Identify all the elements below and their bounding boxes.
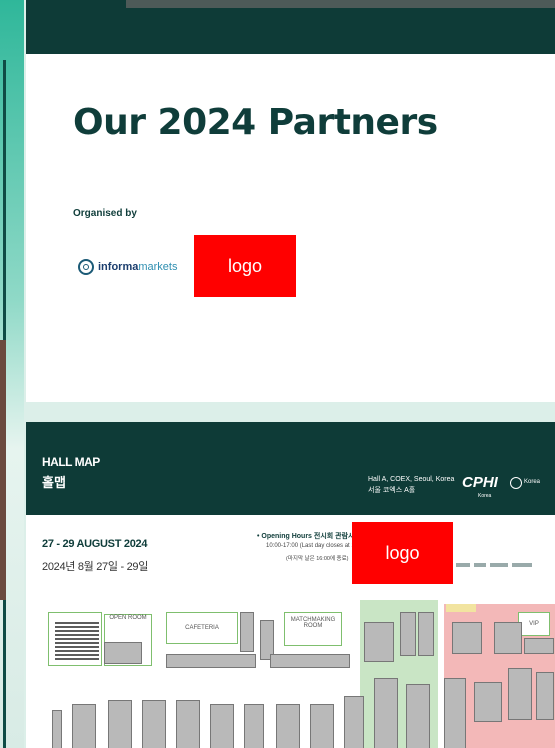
booth[interactable] [400,612,416,656]
brand-circle-icon [510,477,522,489]
sponsor-logo [474,563,486,567]
event-dates: 27 - 29 AUGUST 2024 [42,538,148,550]
booth[interactable] [364,622,394,662]
floor-zone-yellow [446,604,476,612]
partners-title: Our 2024 Partners [73,102,438,143]
booth[interactable] [276,704,300,748]
floor-plan: OPEN ROOM CAFETERIA MATCHMAKING ROOM VIP [44,600,555,748]
banner-image-strip [126,0,555,8]
cafeteria: CAFETERIA [166,612,238,644]
booth[interactable] [406,684,430,748]
vip-room: VIP [518,612,550,636]
informa-markets-logo[interactable]: informa markets [78,259,177,275]
brand-region: Korea [524,479,541,485]
booth[interactable] [444,678,466,748]
booth[interactable] [108,700,132,748]
hall-map-header: HALL MAP 홀맵 Hall A, COEX, Seoul, Korea 서… [26,422,555,515]
booth[interactable] [474,682,502,722]
booth[interactable] [374,678,398,748]
booth[interactable] [104,642,142,664]
opening-hours-note: (마지막 날은 16:00에 종료) [286,556,349,562]
vip-label: VIP [529,621,539,627]
left-decor-strip [0,0,24,748]
booth[interactable] [142,700,166,748]
left-decor-photo [0,340,6,600]
booth[interactable] [72,704,96,748]
booth[interactable] [244,704,264,748]
seating-area [48,612,102,666]
matchmaking-label: MATCHMAKING ROOM [290,617,336,629]
venue-en: Hall A, COEX, Seoul, Korea [368,476,455,483]
booth[interactable] [270,654,350,668]
cphi-logo: CPHI [462,474,498,491]
informa-logo-light: markets [138,261,178,273]
open-room-label: OPEN ROOM [109,615,147,621]
booth[interactable] [452,622,482,654]
booth[interactable] [524,638,554,654]
opening-hours-label: • Opening Hours 전시회 관람시간 [257,533,361,540]
booth[interactable] [240,612,254,652]
sponsor-logo [456,563,470,567]
booth[interactable] [210,704,234,748]
cafeteria-label: CAFETERIA [185,625,219,631]
booth[interactable] [310,704,334,748]
booth[interactable] [494,622,522,654]
booth[interactable] [536,672,554,720]
hall-map-section: HALL MAP 홀맵 Hall A, COEX, Seoul, Korea 서… [26,422,555,748]
sponsor-logo [490,563,508,567]
partners-section: Our 2024 Partners Organised by informa ma… [26,54,555,402]
event-dates-ko: 2024년 8월 27일 - 29일 [42,561,149,573]
hall-map-title-ko: 홀맵 [42,475,66,490]
hall-map-venue: Hall A, COEX, Seoul, Korea 서울 코엑스 A홀 [368,474,454,496]
venue-ko: 서울 코엑스 A홀 [368,487,416,494]
matchmaking-room: MATCHMAKING ROOM [284,612,342,646]
hall-map-title: HALL MAP [42,455,100,469]
partner-logo-placeholder[interactable]: logo [194,235,296,297]
top-banner [26,0,555,54]
seat-grid [55,620,99,660]
booth[interactable] [166,654,256,668]
booth[interactable] [418,612,434,656]
sponsor-logos-strip [456,561,555,569]
cphi-logo-sub: Korea [478,493,492,499]
booth[interactable] [176,700,200,748]
informa-logo-bold: informa [98,261,139,273]
booth[interactable] [344,696,364,748]
organised-by-label: Organised by [73,208,137,219]
booth[interactable] [52,710,62,748]
informa-ring-icon [78,259,94,275]
hall-map-logo-placeholder[interactable]: logo [352,522,453,584]
booth[interactable] [508,668,532,720]
sponsor-logo [512,563,532,567]
